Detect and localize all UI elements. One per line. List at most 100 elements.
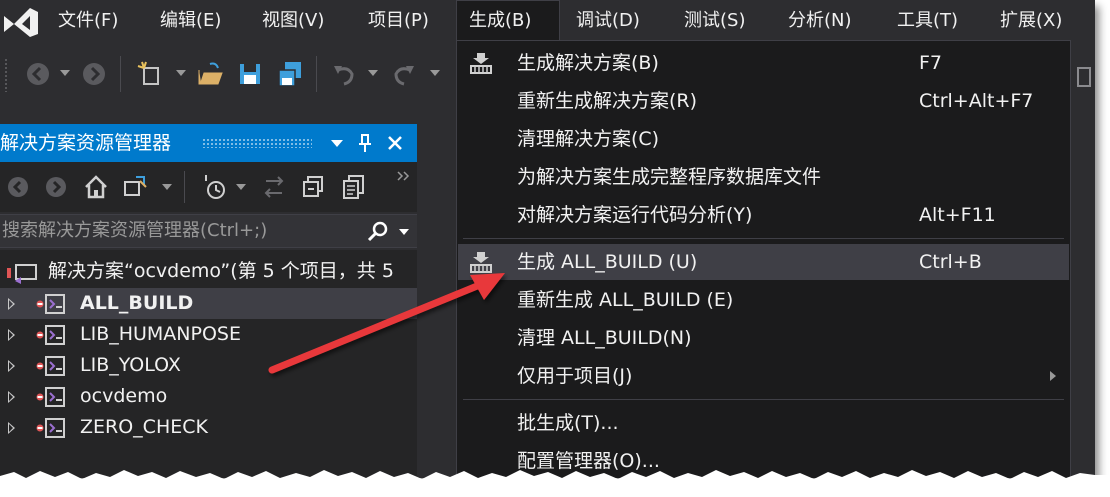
menu-analyze[interactable]: 分析(N) xyxy=(776,0,864,42)
tree-project-node[interactable]: ZERO_CHECK xyxy=(0,412,417,443)
back-dropdown-icon[interactable] xyxy=(60,70,70,76)
search-options-dropdown-icon[interactable] xyxy=(399,229,409,235)
search-icon[interactable] xyxy=(366,220,390,244)
project-label: ALL_BUILD xyxy=(80,292,194,314)
submenu-arrow-icon xyxy=(1050,371,1056,381)
open-file-icon[interactable] xyxy=(196,60,224,88)
cmake-project-icon xyxy=(36,325,65,345)
solution-explorer-title-bar[interactable]: 解决方案资源管理器 xyxy=(0,124,417,162)
solution-tree: 解决方案“ocvdemo”(第 5 个项目，共 5 ALL_BUILD LIB_… xyxy=(0,250,417,478)
tree-project-node[interactable]: LIB_HUMANPOSE xyxy=(0,319,417,350)
solution-explorer-search[interactable]: 搜索解决方案资源管理器(Ctrl+;) xyxy=(0,214,417,248)
menu-tools[interactable]: 工具(T) xyxy=(885,0,970,42)
build-menu-dropdown: 生成解决方案(B) F7 重新生成解决方案(R) Ctrl+Alt+F7 清理解… xyxy=(456,40,1071,478)
menu-item-project-only[interactable]: 仅用于项目(J) xyxy=(458,358,1069,394)
visual-studio-window: 文件(F) 编辑(E) 视图(V) 项目(P) 生成(B) 调试(D) 测试(S… xyxy=(0,0,1095,478)
menu-project[interactable]: 项目(P) xyxy=(356,0,441,42)
menu-item-label: 对解决方案运行代码分析(Y) xyxy=(517,204,753,226)
menu-bar: 文件(F) 编辑(E) 视图(V) 项目(P) 生成(B) 调试(D) 测试(S… xyxy=(0,0,1095,42)
filter-dropdown-icon[interactable] xyxy=(236,184,246,190)
menu-view[interactable]: 视图(V) xyxy=(250,0,336,42)
tree-solution-node[interactable]: 解决方案“ocvdemo”(第 5 个项目，共 5 xyxy=(0,256,417,287)
toolbar-icon-partial xyxy=(1077,67,1091,87)
menu-item-rebuild-all-build[interactable]: 重新生成 ALL_BUILD (E) xyxy=(458,282,1069,318)
back-icon[interactable] xyxy=(4,173,32,201)
toolbar-overflow[interactable] xyxy=(1072,64,1095,94)
undo-icon[interactable] xyxy=(330,60,358,88)
switch-views-dropdown-icon[interactable] xyxy=(162,184,172,190)
home-icon[interactable] xyxy=(82,173,110,201)
project-label: LIB_YOLOX xyxy=(80,354,181,376)
tree-project-node[interactable]: LIB_YOLOX xyxy=(0,350,417,381)
show-all-files-icon[interactable] xyxy=(340,173,368,201)
expand-arrow-icon[interactable] xyxy=(8,329,15,341)
menu-item-generate-pdb[interactable]: 为解决方案生成完整程序数据库文件 xyxy=(458,159,1069,195)
new-project-icon[interactable] xyxy=(136,60,164,88)
collapse-all-icon[interactable] xyxy=(300,173,328,201)
pin-icon[interactable] xyxy=(352,130,378,156)
expand-arrow-icon[interactable] xyxy=(8,391,15,403)
navigate-forward-icon[interactable] xyxy=(80,60,108,88)
redo-dropdown-icon[interactable] xyxy=(430,70,440,76)
solution-icon xyxy=(7,264,37,284)
new-dropdown-icon[interactable] xyxy=(176,70,186,76)
menu-item-run-code-analysis[interactable]: 对解决方案运行代码分析(Y) Alt+F11 xyxy=(458,197,1069,233)
tree-project-node[interactable]: ALL_BUILD xyxy=(0,288,417,319)
build-icon xyxy=(470,252,492,273)
menu-item-label: 重新生成解决方案(R) xyxy=(517,90,698,112)
tree-project-node[interactable]: ocvdemo xyxy=(0,381,417,412)
pending-changes-filter-icon[interactable] xyxy=(200,173,228,201)
navigate-back-icon[interactable] xyxy=(24,60,52,88)
expand-arrow-icon[interactable] xyxy=(8,422,15,434)
window-position-dropdown-icon[interactable] xyxy=(324,130,350,156)
menu-item-label: 生成 ALL_BUILD (U) xyxy=(517,251,698,273)
menu-test[interactable]: 测试(S) xyxy=(672,0,757,42)
menu-item-build-solution[interactable]: 生成解决方案(B) F7 xyxy=(458,45,1069,81)
toolbar-overflow-icon[interactable] xyxy=(394,166,414,194)
switch-views-icon[interactable] xyxy=(122,173,150,201)
menu-item-label: 批生成(T)... xyxy=(517,412,619,434)
menu-item-label: 仅用于项目(J) xyxy=(517,365,633,387)
build-icon xyxy=(470,53,492,74)
menu-file[interactable]: 文件(F) xyxy=(46,0,130,42)
cmake-project-icon xyxy=(36,356,65,376)
cmake-project-icon xyxy=(36,387,65,407)
expand-arrow-icon[interactable] xyxy=(8,298,15,310)
close-icon[interactable] xyxy=(382,130,408,156)
project-label: LIB_HUMANPOSE xyxy=(80,323,241,345)
menu-debug[interactable]: 调试(D) xyxy=(564,0,652,42)
sync-with-active-document-icon[interactable] xyxy=(260,173,288,201)
save-icon[interactable] xyxy=(236,60,264,88)
redo-icon[interactable] xyxy=(390,60,418,88)
menu-item-shortcut: Alt+F11 xyxy=(919,204,996,226)
visual-studio-logo-icon xyxy=(4,8,38,37)
undo-dropdown-icon[interactable] xyxy=(368,70,378,76)
toolbar-separator xyxy=(184,171,185,203)
toolbar-separator xyxy=(316,56,317,92)
menu-edit[interactable]: 编辑(E) xyxy=(148,0,233,42)
menu-item-shortcut: Ctrl+B xyxy=(919,251,982,273)
menu-item-label: 清理解决方案(C) xyxy=(517,128,660,150)
menu-extensions[interactable]: 扩展(X) xyxy=(988,0,1074,42)
menu-item-shortcut: F7 xyxy=(919,52,943,74)
save-all-icon[interactable] xyxy=(276,60,304,88)
menu-item-batch-build[interactable]: 批生成(T)... xyxy=(458,405,1069,441)
menu-build[interactable]: 生成(B) xyxy=(456,0,560,42)
torn-edge-decoration xyxy=(0,470,1110,497)
project-label: ocvdemo xyxy=(80,385,168,407)
cmake-project-icon xyxy=(36,294,65,314)
expand-arrow-icon[interactable] xyxy=(8,360,15,372)
menu-item-build-all-build[interactable]: 生成 ALL_BUILD (U) Ctrl+B xyxy=(458,244,1069,280)
toolbar-grip[interactable] xyxy=(4,58,8,92)
menu-item-clean-all-build[interactable]: 清理 ALL_BUILD(N) xyxy=(458,320,1069,356)
title-grip xyxy=(202,138,312,148)
forward-icon[interactable] xyxy=(42,173,70,201)
menu-item-clean-solution[interactable]: 清理解决方案(C) xyxy=(458,121,1069,157)
menu-separator xyxy=(463,238,1064,239)
solution-explorer-title: 解决方案资源管理器 xyxy=(0,132,172,154)
menu-item-label: 生成解决方案(B) xyxy=(517,52,659,74)
search-placeholder: 搜索解决方案资源管理器(Ctrl+;) xyxy=(2,220,268,241)
menu-separator xyxy=(463,399,1064,400)
cmake-project-icon xyxy=(36,418,65,438)
menu-item-rebuild-solution[interactable]: 重新生成解决方案(R) Ctrl+Alt+F7 xyxy=(458,83,1069,119)
